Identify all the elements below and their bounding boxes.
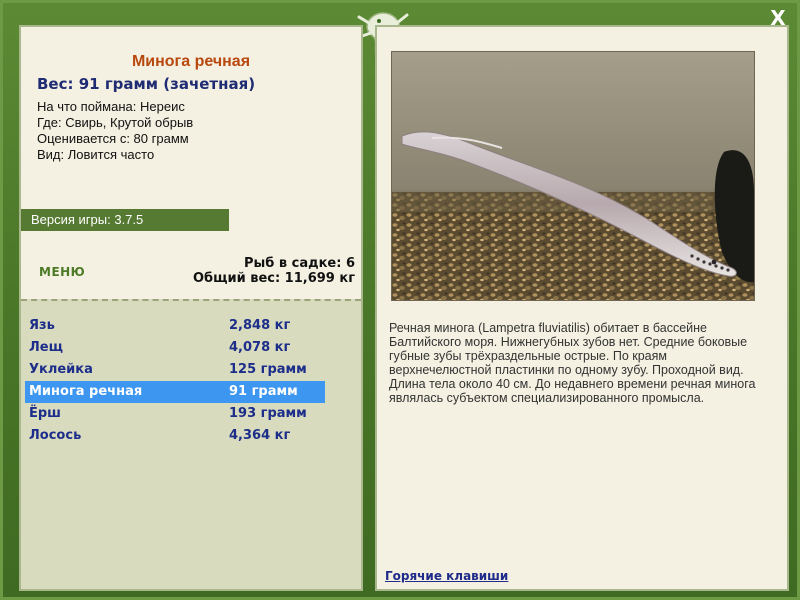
keepnet-summary: Рыб в садке: 6 Общий вес: 11,699 кг [193, 256, 355, 286]
catch-fish-name: Уклейка [29, 362, 93, 377]
catch-list: Язь 2,848 кг Лещ 4,078 кг Уклейка 125 грамм Ми… [25, 315, 325, 447]
fish-weight: Вес: 91 грамм (зачетная) [37, 75, 256, 93]
catch-list-item[interactable]: Лосось 4,364 кг [25, 425, 325, 447]
fish-title: Минога речная [131, 53, 251, 70]
keepnet-count: Рыб в садке: 6 [243, 256, 355, 271]
catch-list-area: Язь 2,848 кг Лещ 4,078 кг Уклейка 125 грамм Ми… [21, 299, 361, 589]
fish-location: Где: Свирь, Крутой обрыв [37, 115, 194, 130]
catch-list-item[interactable]: Язь 2,848 кг [25, 315, 325, 337]
catch-fish-name: Лещ [29, 340, 63, 355]
menu-button[interactable]: МЕНЮ [39, 265, 85, 279]
catch-fish-weight: 193 грамм [229, 406, 307, 421]
catch-fish-name: Минога речная [29, 384, 143, 399]
version-bar: Версия игры: 3.7.5 [21, 209, 229, 231]
keepnet-total-weight: Общий вес: 11,699 кг [192, 271, 355, 286]
catch-fish-name: Ёрш [29, 406, 61, 421]
catch-list-item[interactable]: Лещ 4,078 кг [25, 337, 325, 359]
fish-min-weight: Оценивается с: 80 грамм [37, 131, 189, 146]
fish-description: Речная минога (Lampetra fluviatilis) оби… [389, 321, 756, 405]
catch-list-item[interactable]: Уклейка 125 грамм [25, 359, 325, 381]
catch-fish-name: Лосось [29, 428, 82, 443]
fish-bait: На что поймана: Нереис [37, 99, 185, 114]
fish-info: Минога речная Вес: 91 грамм (зачетная) Н… [21, 27, 361, 207]
catch-fish-weight: 125 грамм [229, 362, 307, 377]
fish-frequency: Вид: Ловится часто [37, 147, 155, 162]
catch-fish-weight: 4,364 кг [229, 428, 291, 443]
right-panel: Речная минога (Lampetra fluviatilis) оби… [375, 25, 789, 591]
catch-fish-weight: 4,078 кг [229, 340, 291, 355]
fish-photo [391, 51, 755, 301]
catch-list-item[interactable]: Минога речная 91 грамм [25, 381, 325, 403]
catch-fish-weight: 91 грамм [229, 384, 298, 399]
catch-fish-name: Язь [29, 318, 55, 333]
catch-fish-weight: 2,848 кг [229, 318, 291, 333]
hotkeys-link[interactable]: Горячие клавиши [385, 569, 508, 583]
fish-details: На что поймана: Нереис Где: Свирь, Круто… [37, 99, 193, 163]
app-window: X Минога речная Вес: 91 грамм (зачетная)… [0, 0, 800, 600]
left-panel: Минога речная Вес: 91 грамм (зачетная) Н… [19, 25, 363, 591]
catch-list-item[interactable]: Ёрш 193 грамм [25, 403, 325, 425]
